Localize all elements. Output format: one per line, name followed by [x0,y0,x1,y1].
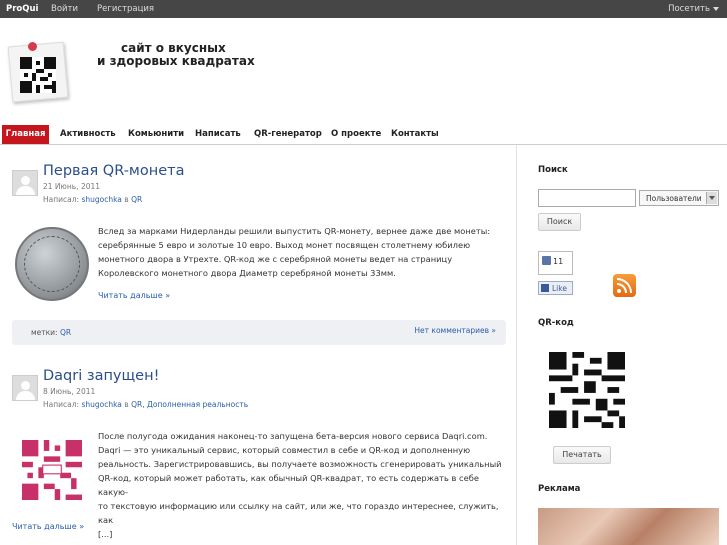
site-qr-code [549,352,625,428]
post-excerpt: После полугода ожидания наконец-то запущ… [98,429,510,541]
excerpt-line: QR-код, который может работать, как обыч… [98,473,479,497]
qr-logo-icon [20,57,56,93]
excerpt-line: то текстовую информацию или ссылку на са… [98,501,499,525]
thumbs-up-icon [542,256,551,265]
byline-label: Написал: [43,400,80,409]
author-link[interactable]: shugochka [81,400,121,409]
search-input[interactable] [538,189,636,207]
category-link[interactable]: QR, Дополненная реальность [131,400,248,409]
post-byline: Написал: shugochka в QR, Дополненная реа… [43,400,248,409]
chevron-down-icon[interactable] [713,7,719,11]
pin-icon [28,42,37,51]
nav-about[interactable]: О проекте [331,125,381,144]
search-scope-select[interactable]: Пользователи [639,190,719,206]
nav-activity[interactable]: Активность [60,125,116,144]
excerpt-line: реальность. Зарегистрировавшись, вы полу… [98,459,502,469]
avatar[interactable] [12,170,38,196]
excerpt-line: Вслед за марками Нидерланды решили выпус… [98,226,491,236]
coin-detail [24,236,80,292]
site-tagline-line1: сайт о вкусных [121,41,226,55]
print-button[interactable]: Печатать [553,446,611,464]
post-title[interactable]: Первая QR-монета [43,163,184,179]
sidebar-divider [516,145,517,545]
ad-banner-image[interactable] [538,508,719,545]
post-date: 21 Июнь, 2011 [43,182,101,191]
post-tags: метки: QR [31,328,71,337]
excerpt-line: монетного двора в Утрехте. QR-код же с с… [98,254,453,264]
excerpt-line: После полугода ожидания наконец-то запущ… [98,431,488,441]
comments-link[interactable]: Нет комментариев » [414,326,496,335]
in-label: в [124,400,129,409]
byline-label: Написал: [43,195,80,204]
chevron-down-icon[interactable] [706,192,717,204]
register-link[interactable]: Регистрация [97,4,154,14]
daqri-qr-image[interactable] [22,440,82,500]
main-nav: Главная Активность Комьюнити Написать QR… [0,125,727,145]
avatar[interactable] [12,375,38,401]
site-tagline-line2: и здоровых квадратах [97,54,255,68]
admin-bar: ProQui Войти Регистрация Посетить [0,0,727,18]
post-excerpt: Вслед за марками Нидерланды решили выпус… [98,224,508,280]
tags-label: метки: [31,328,58,337]
read-more-link[interactable]: Читать дальше » [98,291,170,300]
rss-feed-icon[interactable] [613,274,636,297]
qr-widget-title: QR-код [538,318,574,328]
nav-qr-generator[interactable]: QR-генератор [254,125,322,144]
post-meta-bar: метки: QR Нет комментариев » [12,320,506,345]
tag-link[interactable]: QR [60,328,71,337]
post-byline: Написал: shugochka в QR [43,195,142,204]
read-more-link[interactable]: Читать дальше » [12,522,84,531]
excerpt-line: Daqri — это уникальный сервис, который с… [98,445,471,455]
post-title[interactable]: Daqri запущен! [43,368,159,384]
excerpt-line: [...] [98,529,113,539]
nav-home[interactable]: Главная [2,125,49,144]
nav-contacts[interactable]: Контакты [391,125,439,144]
search-button[interactable]: Поиск [538,213,581,231]
brand-link[interactable]: ProQui [6,4,38,14]
in-label: в [124,195,129,204]
excerpt-line: Королевского монетного двора Диаметр сер… [98,268,396,278]
ads-widget-title: Реклама [538,484,581,494]
visit-menu[interactable]: Посетить [668,4,710,14]
nav-write[interactable]: Написать [195,125,241,144]
login-link[interactable]: Войти [51,4,78,14]
category-link[interactable]: QR [131,195,142,204]
post-date: 8 Июнь, 2011 [43,387,96,396]
search-widget-title: Поиск [538,165,568,175]
nav-community[interactable]: Комьюнити [128,125,184,144]
excerpt-line: серебрянные 5 евро и золотые 10 евро. Вы… [98,240,471,250]
search-scope-value: Пользователи [646,194,702,203]
facebook-icon [541,284,549,292]
author-link[interactable]: shugochka [81,195,121,204]
